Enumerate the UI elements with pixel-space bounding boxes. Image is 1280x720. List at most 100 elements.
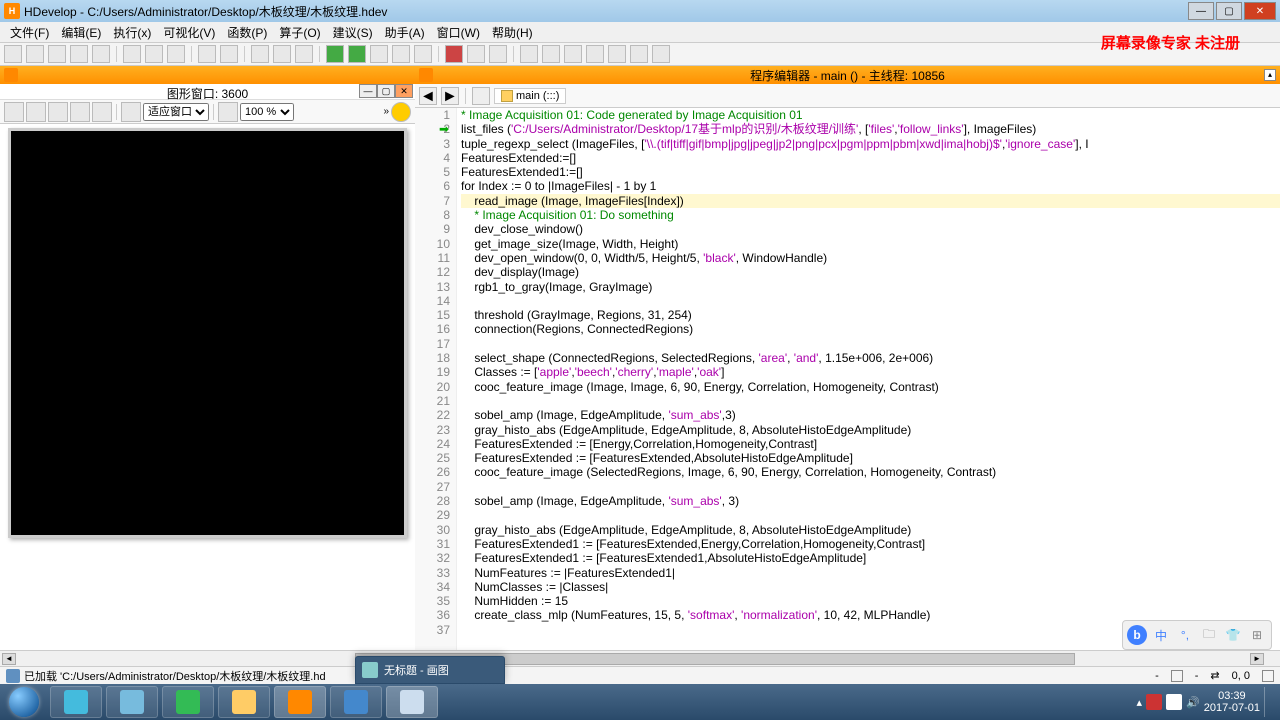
tray-volume-icon[interactable]: 🔊 (1186, 696, 1200, 709)
code-line[interactable]: sobel_amp (Image, EdgeAmplitude, 'sum_ab… (461, 408, 1280, 422)
close-button[interactable]: ✕ (1244, 2, 1276, 20)
menu-item[interactable]: 可视化(V) (157, 22, 221, 42)
collapse-icon[interactable]: ▴ (1264, 69, 1276, 81)
cut-icon[interactable] (123, 45, 141, 63)
code-line[interactable]: cooc_feature_image (Image, Image, 6, 90,… (461, 380, 1280, 394)
minimize-button[interactable]: — (1188, 2, 1214, 20)
code-line[interactable]: dev_open_window(0, 0, Width/5, Height/5,… (461, 251, 1280, 265)
menu-item[interactable]: 窗口(W) (431, 22, 486, 42)
code-line[interactable]: get_image_size(Image, Width, Height) (461, 237, 1280, 251)
code-line[interactable]: dev_close_window() (461, 222, 1280, 236)
list-icon[interactable] (273, 45, 291, 63)
scroll-left-icon[interactable]: ◄ (2, 653, 16, 665)
task-hdevelop[interactable] (274, 686, 326, 718)
select-icon[interactable] (26, 102, 46, 122)
menu-item[interactable]: 助手(A) (379, 22, 431, 42)
code-line[interactable]: NumFeatures := |FeaturesExtended1| (461, 566, 1280, 580)
code-line[interactable]: NumHidden := 15 (461, 594, 1280, 608)
saveall-icon[interactable] (70, 45, 88, 63)
code-line[interactable]: * Image Acquisition 01: Code generated b… (461, 108, 1280, 122)
layer-icon[interactable] (218, 102, 238, 122)
code-line[interactable]: gray_histo_abs (EdgeAmplitude, EdgeAmpli… (461, 423, 1280, 437)
code-line[interactable] (461, 337, 1280, 351)
code-editor[interactable]: ➡ 12345678910111213141516171819202122232… (415, 108, 1280, 666)
code-line[interactable] (461, 294, 1280, 308)
nav-doc-icon[interactable] (472, 87, 490, 105)
code-line[interactable] (461, 508, 1280, 522)
copy-icon[interactable] (145, 45, 163, 63)
task-wps[interactable] (330, 686, 382, 718)
print-icon[interactable] (92, 45, 110, 63)
zoom-out-icon[interactable] (92, 102, 112, 122)
taskbar-preview[interactable]: 无标题 - 画图 (355, 656, 505, 684)
code-line[interactable]: * Image Acquisition 01: Do something (461, 208, 1280, 222)
start-button[interactable] (0, 684, 48, 720)
code-line[interactable]: FeaturesExtended1:=[] (461, 165, 1280, 179)
menu-item[interactable]: 算子(O) (273, 22, 326, 42)
graphic-canvas[interactable] (8, 128, 407, 538)
ime-skin-icon[interactable]: 👕 (1223, 625, 1243, 645)
open-icon[interactable] (26, 45, 44, 63)
run-icon[interactable] (326, 45, 344, 63)
save-icon[interactable] (48, 45, 66, 63)
code-line[interactable]: FeaturesExtended1 := [FeaturesExtended,E… (461, 537, 1280, 551)
paste-icon[interactable] (167, 45, 185, 63)
code-line[interactable]: FeaturesExtended := [Energy,Correlation,… (461, 437, 1280, 451)
code-line[interactable]: sobel_amp (Image, EdgeAmplitude, 'sum_ab… (461, 494, 1280, 508)
step-out-icon[interactable] (414, 45, 432, 63)
code-line[interactable]: connection(Regions, ConnectedRegions) (461, 322, 1280, 336)
nav-back-icon[interactable]: ◄ (419, 87, 437, 105)
ime-menu-icon[interactable]: ⊞ (1247, 625, 1267, 645)
menu-item[interactable]: 建议(S) (327, 22, 379, 42)
nav-fwd-icon[interactable]: ► (441, 87, 459, 105)
code-line[interactable]: list_files ('C:/Users/Administrator/Desk… (461, 122, 1280, 136)
redo-icon[interactable] (220, 45, 238, 63)
chart4-icon[interactable] (630, 45, 648, 63)
code-line[interactable]: gray_histo_abs (EdgeAmplitude, EdgeAmpli… (461, 523, 1280, 537)
task-paint[interactable] (386, 686, 438, 718)
chart1-icon[interactable] (564, 45, 582, 63)
gw-maximize-button[interactable]: ▢ (377, 84, 395, 98)
ime-tool-icon[interactable]: 🗀 (1199, 625, 1219, 645)
tray-shield-icon[interactable] (1146, 694, 1162, 710)
show-desktop-button[interactable] (1264, 687, 1272, 717)
pan-icon[interactable] (48, 102, 68, 122)
code-line[interactable]: FeaturesExtended:=[] (461, 151, 1280, 165)
system-tray[interactable]: ▴ 🔊 03:39 2017-07-01 (1128, 687, 1280, 717)
step-over-icon[interactable] (370, 45, 388, 63)
code-line[interactable]: threshold (GrayImage, Regions, 31, 254) (461, 308, 1280, 322)
task-app1[interactable] (106, 686, 158, 718)
menu-item[interactable]: 编辑(E) (55, 22, 107, 42)
timer-icon[interactable] (489, 45, 507, 63)
gw-close-button[interactable]: ✕ (395, 84, 413, 98)
find-icon[interactable] (251, 45, 269, 63)
step-into-icon[interactable] (392, 45, 410, 63)
code-line[interactable]: Classes := ['apple','beech','cherry','ma… (461, 365, 1280, 379)
baidu-ime-icon[interactable]: b (1127, 625, 1147, 645)
zoom-in-icon[interactable] (70, 102, 90, 122)
maximize-button[interactable]: ▢ (1216, 2, 1242, 20)
code-line[interactable]: for Index := 0 to |ImageFiles| - 1 by 1 (461, 179, 1280, 193)
reset-icon[interactable] (467, 45, 485, 63)
code-line[interactable]: FeaturesExtended := [FeaturesExtended,Ab… (461, 451, 1280, 465)
chart3-icon[interactable] (608, 45, 626, 63)
menu-item[interactable]: 函数(P) (221, 22, 273, 42)
menu-item[interactable]: 帮助(H) (486, 22, 539, 42)
graphic-panel-header[interactable] (0, 66, 415, 84)
breadcrumb[interactable]: main (:::) (494, 88, 566, 104)
assist1-icon[interactable] (520, 45, 538, 63)
step-icon[interactable] (348, 45, 366, 63)
menu-item[interactable]: 文件(F) (4, 22, 55, 42)
tray-up-icon[interactable]: ▴ (1136, 696, 1142, 709)
chart2-icon[interactable] (586, 45, 604, 63)
code-line[interactable]: tuple_regexp_select (ImageFiles, ['\\.(t… (461, 137, 1280, 151)
undo-icon[interactable] (198, 45, 216, 63)
code-line[interactable]: NumClasses := |Classes| (461, 580, 1280, 594)
horizontal-scrollbar[interactable]: ◄ ► (0, 650, 1280, 666)
code-line[interactable]: rgb1_to_gray(Image, GrayImage) (461, 280, 1280, 294)
clock[interactable]: 03:39 2017-07-01 (1204, 690, 1260, 714)
bulb-icon[interactable] (391, 102, 411, 122)
ime-floatbar[interactable]: b 中 °, 🗀 👕 ⊞ (1122, 620, 1272, 650)
gw-minimize-button[interactable]: — (359, 84, 377, 98)
ime-punct-icon[interactable]: °, (1175, 625, 1195, 645)
